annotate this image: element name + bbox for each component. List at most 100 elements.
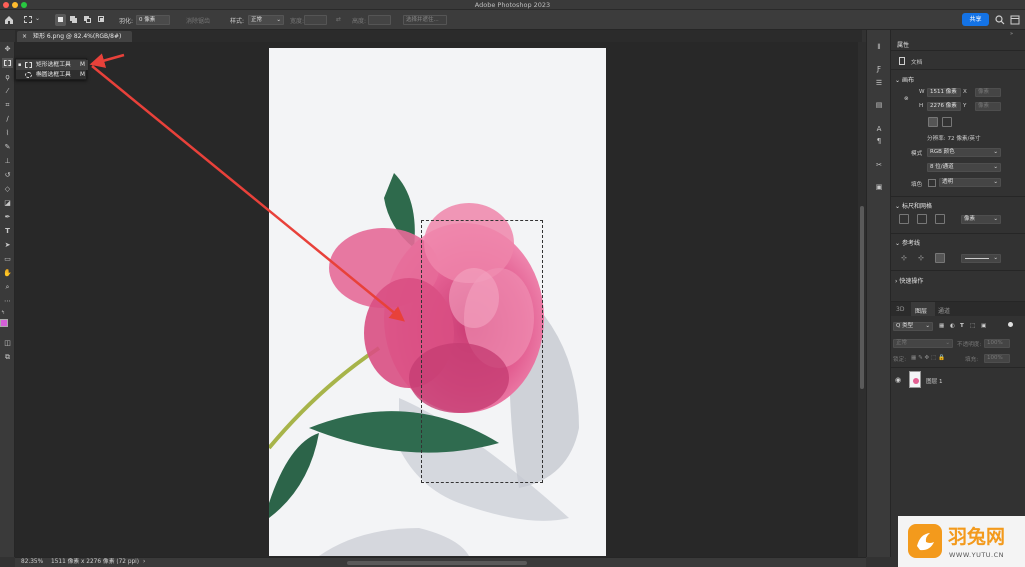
- tab-3d[interactable]: 3D: [896, 306, 904, 313]
- lasso-tool-icon[interactable]: ϙ: [2, 72, 13, 82]
- status-arrow-icon[interactable]: ›: [143, 558, 145, 567]
- hand-tool-icon[interactable]: ✋: [2, 268, 13, 278]
- layer-filter-select[interactable]: Q 类型 ⌄: [893, 322, 933, 331]
- crop-tool-icon[interactable]: ⌗: [2, 100, 13, 110]
- layer-thumbnail: [909, 371, 921, 388]
- tab-channels[interactable]: 通道: [938, 306, 950, 315]
- fill-swatch[interactable]: [928, 179, 936, 187]
- canvas-section-title[interactable]: ⌄ 画布: [895, 75, 914, 84]
- vertical-scrollbar[interactable]: [858, 42, 866, 557]
- layer-fill-field[interactable]: 100%: [984, 354, 1010, 363]
- intersect-selection-button[interactable]: [96, 14, 107, 26]
- zoom-level[interactable]: 82.35%: [21, 558, 43, 567]
- tab-properties[interactable]: 属性: [897, 40, 909, 49]
- ruler-unit-select[interactable]: 像素 ⌄: [961, 215, 1001, 224]
- subtract-from-selection-button[interactable]: [82, 14, 93, 26]
- quick-actions-section-title[interactable]: › 快速操作: [895, 276, 923, 285]
- anti-alias-checkbox[interactable]: 消除锯齿: [186, 16, 210, 25]
- tool-preset-picker[interactable]: ⌄: [24, 15, 42, 25]
- rectangular-marquee-tool-item[interactable]: ▪ 矩形选框工具 M: [16, 60, 88, 70]
- eraser-tool-icon[interactable]: ◇: [2, 184, 13, 194]
- elliptical-marquee-tool-item[interactable]: 椭圆选框工具 M: [16, 70, 88, 80]
- bit-depth-select[interactable]: 8 位/通道 ⌄: [927, 163, 1001, 172]
- marquee-tool-icon[interactable]: [2, 58, 13, 68]
- foreground-color-swatch[interactable]: [0, 319, 8, 327]
- filter-adjustment-icon[interactable]: ◐: [950, 323, 955, 329]
- filter-smart-object-icon[interactable]: ▣: [981, 323, 986, 329]
- more-tools-icon[interactable]: ⋯: [2, 296, 13, 306]
- opacity-field[interactable]: 100%: [984, 339, 1010, 348]
- ruler-toggle-icon[interactable]: [899, 214, 909, 224]
- clone-stamp-tool-icon[interactable]: ⊥: [2, 156, 13, 166]
- document-tab[interactable]: × 矩形 6.png @ 82.4%(RGB/8#): [17, 31, 132, 42]
- share-button[interactable]: 共享: [962, 13, 989, 26]
- move-tool-icon[interactable]: ✥: [2, 44, 13, 54]
- guides-section-title[interactable]: ⌄ 参考线: [895, 238, 920, 247]
- add-to-selection-button[interactable]: [68, 14, 79, 26]
- filter-pixel-icon[interactable]: ▦: [939, 323, 944, 329]
- screen-mode-icon[interactable]: ⧉: [2, 352, 13, 362]
- feather-input[interactable]: 0 像素: [136, 15, 170, 25]
- layer-row[interactable]: ◉ 图层 1: [891, 368, 1025, 392]
- lock-icons[interactable]: ▦ ✎ ✥ ⬚ 🔒: [911, 355, 945, 361]
- fill-select[interactable]: 透明 ⌄: [939, 178, 1001, 187]
- zoom-tool-icon[interactable]: ⌕: [2, 282, 13, 292]
- history-panel-icon[interactable]: ⫴: [873, 42, 885, 53]
- marquee-selection[interactable]: [421, 220, 543, 483]
- filter-shape-icon[interactable]: ⬚: [970, 323, 975, 329]
- document-canvas[interactable]: [269, 48, 606, 556]
- actions-panel-icon[interactable]: ▣: [873, 182, 885, 193]
- home-icon[interactable]: [4, 15, 14, 25]
- filter-type-icon[interactable]: T: [960, 323, 964, 329]
- landscape-orientation-button[interactable]: [942, 117, 952, 127]
- scroll-thumb[interactable]: [860, 206, 864, 389]
- canvas-width-field[interactable]: 1511 像素: [927, 88, 961, 97]
- close-tab-icon[interactable]: ×: [22, 33, 27, 40]
- pixel-grid-toggle-icon[interactable]: [935, 214, 945, 224]
- new-selection-button[interactable]: [55, 14, 66, 26]
- sliders-panel-icon[interactable]: ☰: [873, 78, 885, 89]
- blend-mode-select[interactable]: 正常 ⌄: [893, 339, 953, 348]
- horizontal-scroll-thumb[interactable]: [347, 561, 527, 565]
- link-icon[interactable]: ⊗: [904, 96, 909, 102]
- type-tool-icon[interactable]: T: [2, 226, 13, 236]
- path-selection-tool-icon[interactable]: ➤: [2, 240, 13, 250]
- pen-tool-icon[interactable]: ✒: [2, 212, 13, 222]
- rulers-grid-section-title[interactable]: ⌄ 标尺和网格: [895, 201, 932, 210]
- grid-toggle-icon[interactable]: [917, 214, 927, 224]
- lock-guides-icon[interactable]: [935, 253, 945, 263]
- smart-guides-icon[interactable]: ⊹: [918, 254, 924, 262]
- quick-mask-icon[interactable]: ◫: [2, 338, 13, 348]
- guide-layout-icon[interactable]: ⊹: [901, 254, 907, 262]
- tab-layers[interactable]: 图层: [915, 306, 927, 315]
- canvas-height-field[interactable]: 2276 像素: [927, 102, 961, 111]
- style-select[interactable]: 正常 ⌄: [248, 15, 284, 25]
- swap-icon[interactable]: ⇄: [336, 16, 341, 23]
- color-mode-select[interactable]: RGB 颜色 ⌄: [927, 148, 1001, 157]
- libraries-panel-icon[interactable]: ▤: [873, 100, 885, 111]
- select-and-mask-button[interactable]: 选择并遮住...: [403, 15, 447, 25]
- history-brush-tool-icon[interactable]: ↺: [2, 170, 13, 180]
- guide-color-select[interactable]: ⌄: [961, 254, 1001, 263]
- magic-wand-tool-icon[interactable]: ⁄: [2, 86, 13, 96]
- rectangle-tool-icon[interactable]: ▭: [2, 254, 13, 264]
- character-panel-icon[interactable]: A: [873, 124, 885, 135]
- brush-tool-icon[interactable]: ✎: [2, 142, 13, 152]
- search-icon[interactable]: [995, 15, 1005, 25]
- canvas-x-field[interactable]: 像素: [975, 88, 1001, 97]
- swap-colors-icon[interactable]: ↰: [1, 310, 14, 316]
- gradient-tool-icon[interactable]: ◪: [2, 198, 13, 208]
- paragraph-panel-icon[interactable]: ¶: [873, 136, 885, 147]
- healing-brush-tool-icon[interactable]: ⌇: [2, 128, 13, 138]
- adjustments-panel-icon[interactable]: Ƒ: [873, 64, 885, 75]
- filter-toggle-icon[interactable]: [1008, 322, 1013, 327]
- tools-panel-icon[interactable]: ✂: [873, 160, 885, 171]
- height-input[interactable]: [368, 15, 391, 25]
- eye-icon[interactable]: ◉: [895, 376, 901, 384]
- canvas-y-field[interactable]: 像素: [975, 102, 1001, 111]
- portrait-orientation-button[interactable]: [928, 117, 938, 127]
- collapse-panel-icon[interactable]: »: [1010, 31, 1013, 37]
- eyedropper-tool-icon[interactable]: ∕: [2, 114, 13, 124]
- width-input[interactable]: [304, 15, 327, 25]
- workspace-icon[interactable]: [1010, 15, 1020, 25]
